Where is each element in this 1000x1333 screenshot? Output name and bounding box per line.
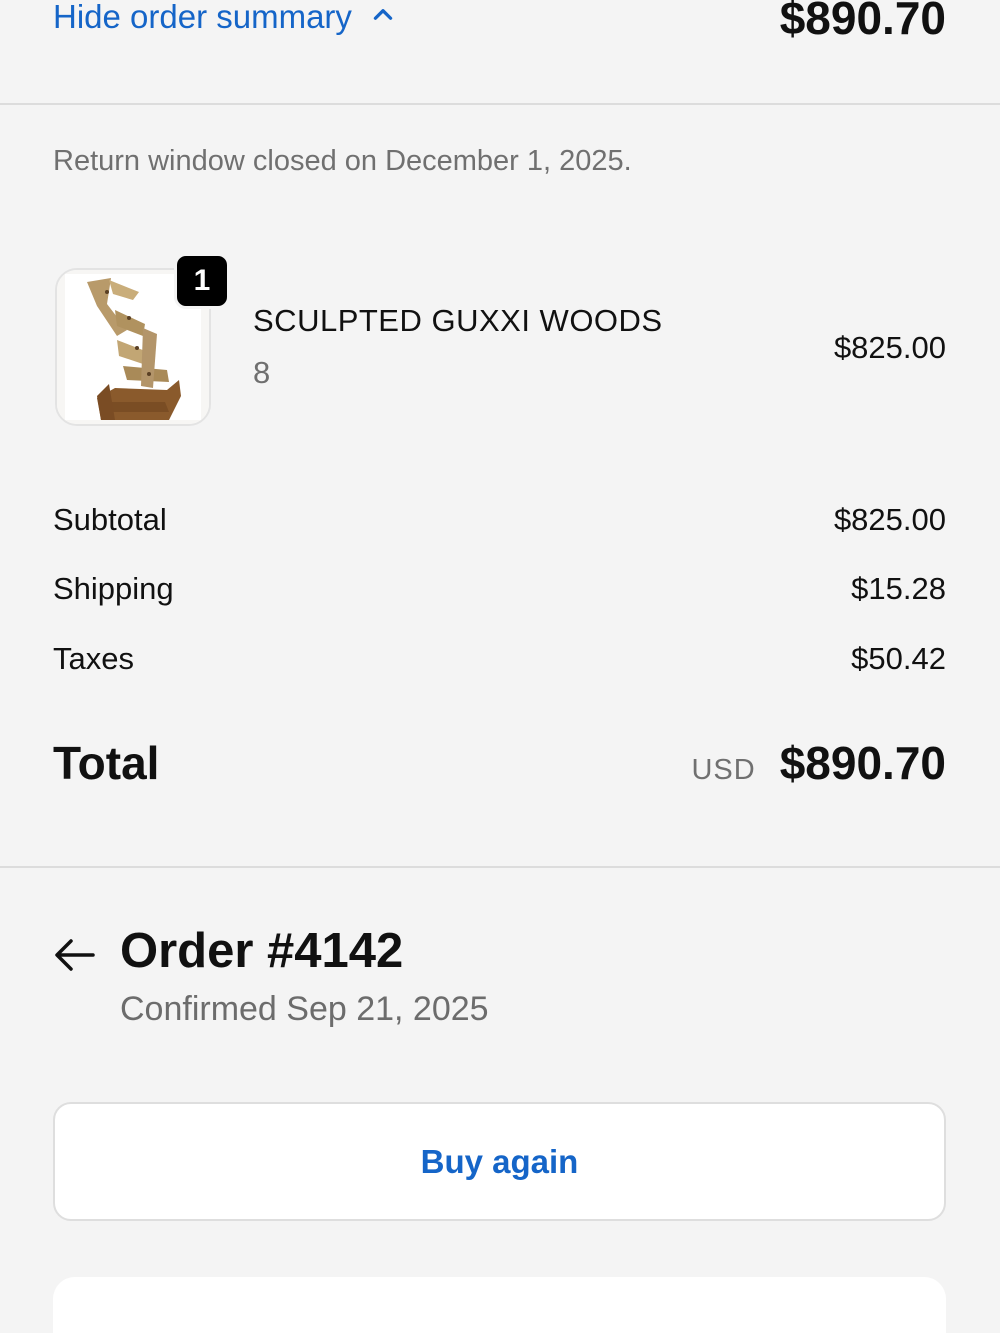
return-window-note: Return window closed on December 1, 2025… <box>53 145 632 177</box>
divider <box>0 103 1000 105</box>
total-label: Total <box>53 737 160 789</box>
next-card <box>53 1277 946 1333</box>
total-value: $890.70 <box>779 737 946 789</box>
hide-order-summary-toggle[interactable]: Hide order summary <box>53 0 396 42</box>
summary-total: $890.70 <box>779 0 946 44</box>
buy-again-button[interactable]: Buy again <box>53 1102 946 1221</box>
order-title: Order #4142 <box>120 924 404 978</box>
quantity-badge: 1 <box>174 253 230 309</box>
buy-again-label: Buy again <box>420 1142 579 1180</box>
toggle-label: Hide order summary <box>53 0 352 35</box>
subtotal-row: Subtotal $825.00 <box>53 500 946 540</box>
order-summary-bar: Hide order summary $890.70 <box>0 0 1000 104</box>
currency-code: USD <box>691 754 756 786</box>
taxes-row: Taxes $50.42 <box>53 639 946 679</box>
order-confirmed-date: Confirmed Sep 21, 2025 <box>120 990 489 1028</box>
subtotal-value: $825.00 <box>833 502 946 537</box>
item-variant: 8 <box>253 355 271 390</box>
shipping-label: Shipping <box>53 571 174 606</box>
total-amount-group: USD $890.70 <box>691 736 946 790</box>
item-price: $825.00 <box>833 330 946 365</box>
divider <box>0 866 1000 868</box>
shipping-value: $15.28 <box>851 571 946 606</box>
subtotal-label: Subtotal <box>53 502 167 537</box>
total-row: Total USD $890.70 <box>53 736 946 790</box>
item-name: SCULPTED GUXXI WOODS <box>253 303 663 338</box>
taxes-label: Taxes <box>53 641 134 676</box>
shipping-row: Shipping $15.28 <box>53 569 946 609</box>
taxes-value: $50.42 <box>851 641 946 676</box>
order-status-page: Hide order summary $890.70 Return window… <box>0 0 1000 1333</box>
chevron-up-icon <box>370 0 396 42</box>
back-arrow-icon[interactable] <box>53 933 97 977</box>
